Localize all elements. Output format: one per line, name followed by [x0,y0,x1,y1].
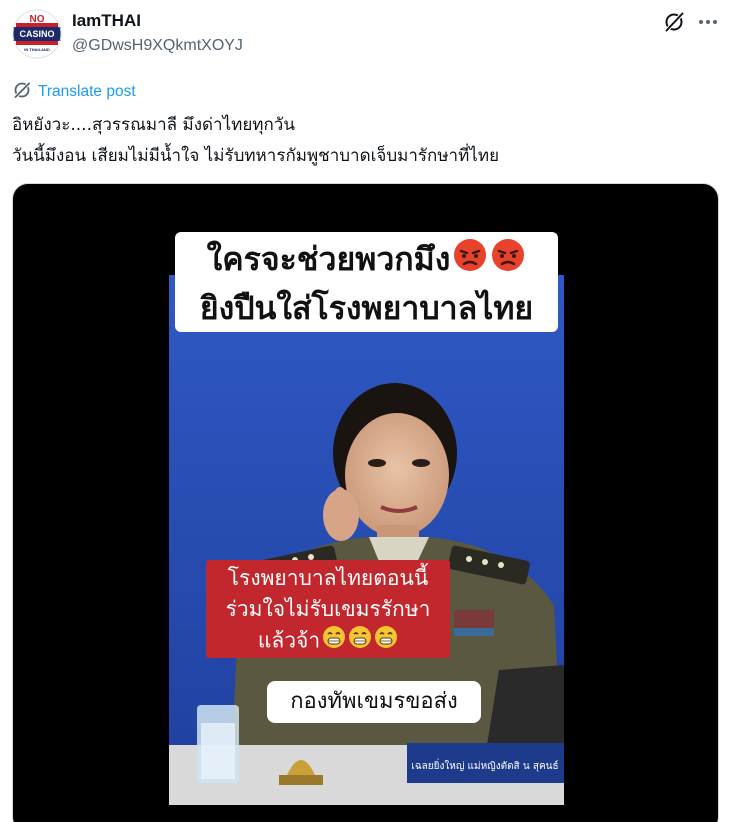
display-name[interactable]: IamTHAI [72,11,141,31]
angry-face-icon [490,237,526,285]
video-title-line: ยิงปืนใส่โรงพยาบาลไทย [199,289,534,327]
video-media[interactable]: เฉลยยิ่งใหญ่ แม่หญิงตัดสิ น สุคนธ์ ใครจะ… [12,183,719,822]
video-scene: เฉลยยิ่งใหญ่ แม่หญิงตัดสิ น สุคนธ์ [169,275,564,805]
more-icon[interactable] [696,10,720,34]
post-text-line: อิหยังวะ....สุวรรณมาลี มึงด่าไทยทุกวัน [12,115,295,135]
grinning-face-icon [374,625,398,658]
tweet: NO CASINO IN THAILAND IamTHAI @GDwsH9XQk… [0,0,729,822]
translate-post-button[interactable]: Translate post [12,80,136,104]
red-caption-line: โรงพยาบาลไทยตอนนี้ [227,566,429,590]
avatar[interactable]: NO CASINO IN THAILAND [12,9,62,59]
translate-icon [12,80,32,105]
translate-label: Translate post [38,83,136,100]
red-caption-line: ร่วมใจไม่รับเขมรรักษา [225,597,431,621]
video-title-overlay: ใครจะช่วยพวกมึง ยิงปืนใส่โรงพยาบาลไทย [175,232,558,332]
avatar-text-no: NO [30,14,45,25]
white-caption-overlay: กองทัพเขมรขอส่ง [267,681,481,723]
video-title-line: ใครจะช่วยพวกมึง [206,240,451,278]
red-caption-line: แล้วจ้า [257,628,321,653]
user-handle[interactable]: @GDwsH9XQkmtXOYJ [72,37,243,55]
post-text: อิหยังวะ....สุวรรณมาลี มึงด่าไทยทุกวัน ว… [12,110,712,172]
post-text-line: วันนี้มึงอน เสียมไม่มีน้ำใจ ไม่รับทหารกั… [12,146,500,166]
grinning-face-icon [322,625,346,658]
red-caption-overlay: โรงพยาบาลไทยตอนนี้ ร่วมใจไม่รับเขมรรักษา… [206,560,450,658]
video-frame: เฉลยยิ่งใหญ่ แม่หญิงตัดสิ น สุคนธ์ [169,275,564,805]
angry-face-icon [452,237,488,285]
grinning-face-icon [348,625,372,658]
avatar-text-casino: CASINO [19,29,54,39]
nameplate-text: เฉลยยิ่งใหญ่ แม่หญิงตัดสิ น สุคนธ์ [411,758,558,772]
avatar-logo: NO CASINO IN THAILAND [12,9,62,59]
avatar-text-thailand: IN THAILAND [24,47,50,52]
grok-icon[interactable] [662,10,686,34]
